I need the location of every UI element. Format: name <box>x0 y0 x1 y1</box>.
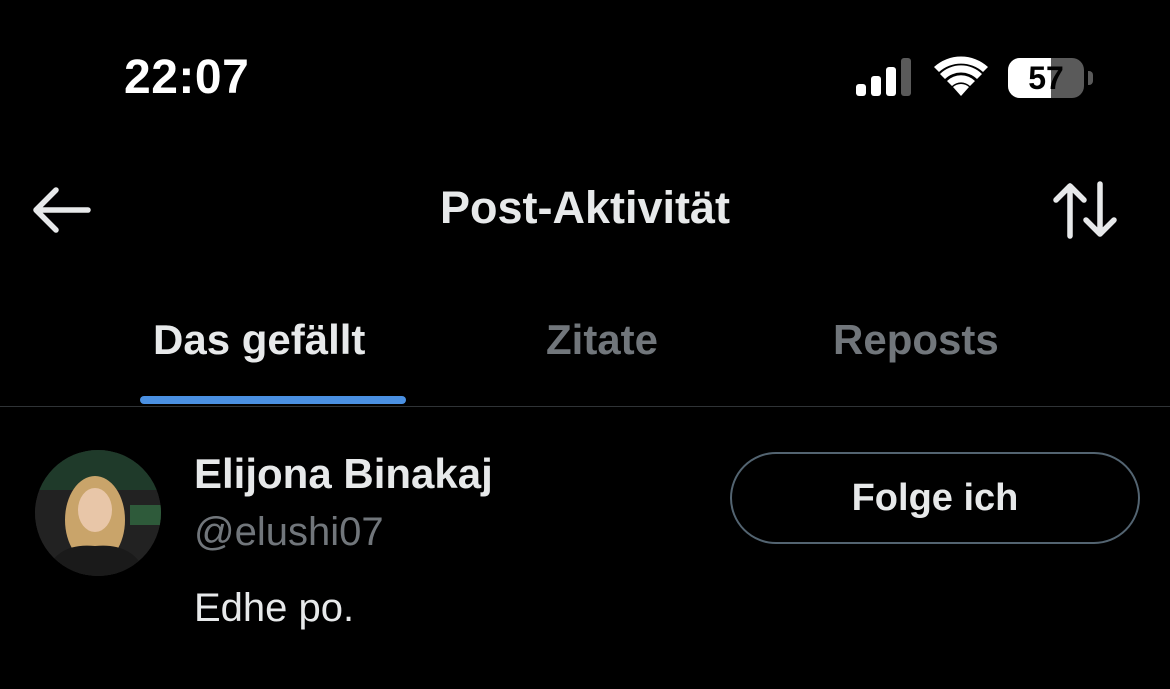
avatar[interactable] <box>35 450 161 576</box>
battery-level: 57 <box>1028 60 1064 96</box>
sort-arrows-icon[interactable] <box>1050 180 1120 240</box>
tab-likes[interactable]: Das gefällt <box>153 316 365 364</box>
tab-reposts[interactable]: Reposts <box>833 316 999 364</box>
tab-quotes[interactable]: Zitate <box>546 316 658 364</box>
signal-icon <box>856 58 911 96</box>
user-handle: @elushi07 <box>194 510 384 554</box>
active-tab-indicator <box>140 396 406 404</box>
header: Post-Aktivität <box>0 150 1170 270</box>
display-name[interactable]: Elijona Binakaj <box>194 450 493 498</box>
wifi-icon <box>934 56 988 96</box>
battery-icon: 57 <box>1008 58 1094 98</box>
following-button[interactable]: Folge ich <box>730 452 1140 544</box>
list-item[interactable]: Elijona Binakaj @elushi07 Edhe po. Folge… <box>0 410 1170 689</box>
page-title: Post-Aktivität <box>439 182 731 233</box>
user-bio: Edhe po. <box>194 586 355 630</box>
status-bar: 22:07 57 <box>0 0 1170 150</box>
tab-bar: Das gefällt Zitate Reposts <box>0 290 1170 407</box>
status-time: 22:07 <box>124 51 250 104</box>
